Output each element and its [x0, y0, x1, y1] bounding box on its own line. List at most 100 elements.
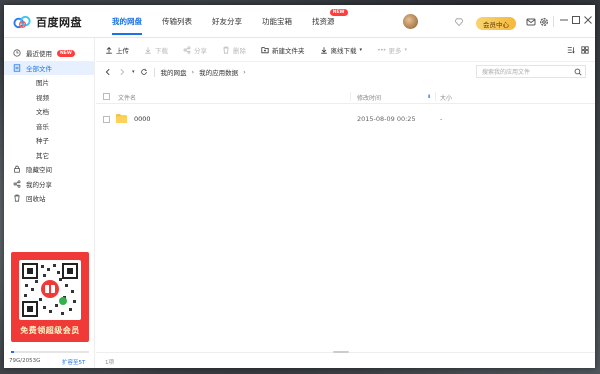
row-checkbox[interactable]: [103, 116, 110, 123]
upload-icon: [106, 46, 112, 54]
sidebar-item-label: 全部文件: [26, 64, 52, 73]
forward-arrow-icon[interactable]: [118, 68, 126, 76]
delete-button[interactable]: 删除: [222, 45, 246, 55]
sidebar-item-label: 隐藏空间: [26, 166, 52, 175]
sort-arrow-icon[interactable]: ⬇: [427, 94, 431, 100]
grid-view-icon[interactable]: [581, 46, 589, 54]
sidebar-item-images[interactable]: 图片: [4, 75, 94, 90]
column-size[interactable]: 大小: [440, 93, 452, 102]
more-button[interactable]: ••• 更多 ▾: [377, 45, 407, 55]
tab-label: 功能宝箱: [262, 17, 292, 26]
divider: [350, 92, 351, 101]
share-label: 分享: [194, 46, 207, 55]
status-bar: 1项: [96, 351, 595, 368]
tab-label: 传输列表: [162, 17, 192, 26]
upload-button[interactable]: 上传: [105, 45, 129, 55]
sidebar-item-hidden-space[interactable]: 隐藏空间: [4, 162, 94, 177]
lock-icon: [14, 165, 20, 173]
sidebar-item-label: 视频: [36, 93, 49, 102]
storage-bar-fill: [11, 351, 14, 353]
download-button[interactable]: 下载: [144, 45, 168, 55]
share-icon: [13, 180, 21, 188]
trash-icon: [223, 46, 229, 54]
sidebar-item-all-files[interactable]: 全部文件: [4, 60, 94, 75]
sidebar-item-documents[interactable]: 文档: [4, 104, 94, 119]
diamond-icon[interactable]: [455, 18, 463, 26]
trash-icon: [14, 194, 20, 202]
file-size: -: [440, 115, 443, 123]
sidebar-item-label: 音乐: [36, 122, 49, 131]
sort-list-icon[interactable]: [567, 46, 575, 54]
offline-download-button[interactable]: 离线下载 ▾: [320, 45, 362, 55]
search-input[interactable]: 搜索我的应用文件: [476, 65, 586, 78]
tab-transfer-list[interactable]: 传输列表: [154, 5, 200, 38]
file-modified: 2015-08-09 00:25: [357, 115, 416, 123]
share-button[interactable]: 分享: [183, 45, 207, 55]
breadcrumb-my-disk[interactable]: 我的网盘: [161, 67, 187, 77]
sidebar-item-recent[interactable]: 最近使用 NEW: [4, 46, 94, 61]
sidebar-item-label: 图片: [36, 79, 49, 88]
expand-storage-link[interactable]: 扩容至5T: [62, 358, 85, 366]
item-count: 1项: [105, 360, 114, 366]
tab-toolbox[interactable]: 功能宝箱: [254, 5, 300, 38]
new-folder-label: 新建文件夹: [272, 46, 305, 55]
tab-find-resources[interactable]: 找资源 NEW: [304, 5, 348, 38]
sidebar-item-recycle-bin[interactable]: 回收站: [4, 191, 94, 206]
sidebar-item-torrents[interactable]: 种子: [4, 133, 94, 148]
download-label: 下载: [155, 46, 168, 55]
file-name[interactable]: 0000: [134, 115, 151, 123]
sidebar-item-label: 种子: [36, 137, 49, 146]
resize-grip[interactable]: [333, 351, 349, 353]
history-dropdown-icon[interactable]: ▾: [132, 69, 135, 75]
sidebar-item-label: 回收站: [26, 195, 46, 204]
more-dots-icon: •••: [377, 45, 386, 54]
tab-friend-share[interactable]: 好友分享: [204, 5, 250, 38]
download-icon: [145, 46, 151, 54]
divider: [96, 61, 595, 62]
new-folder-button[interactable]: 新建文件夹: [261, 45, 305, 55]
delete-label: 删除: [233, 46, 246, 55]
sidebar-item-my-shares[interactable]: 我的分享: [4, 177, 94, 192]
avatar[interactable]: [403, 14, 418, 29]
main-content: 上传 下载 分享 删除 新建文件夹 离线下载 ▾ ••• 更多 ▾ ▾ 我的网盘…: [96, 38, 595, 368]
select-all-checkbox[interactable]: [103, 93, 110, 100]
breadcrumb-separator-icon: ›: [243, 68, 246, 76]
close-icon[interactable]: [583, 15, 593, 25]
file-icon: [13, 64, 21, 72]
storage-bar: [11, 351, 89, 353]
sidebar-item-label: 我的分享: [26, 180, 52, 189]
clock-icon: [13, 49, 21, 57]
gear-icon[interactable]: [539, 17, 549, 27]
offline-download-label: 离线下载: [330, 46, 357, 55]
storage-usage-text: 79G/2053G: [9, 358, 41, 364]
sidebar-item-label: 文档: [36, 108, 49, 117]
new-badge: NEW: [329, 9, 348, 16]
download-icon: [320, 46, 327, 54]
app-logo: 百度网盘: [13, 14, 82, 30]
top-bar: 百度网盘 我的网盘 传输列表 好友分享 功能宝箱 找资源 NEW 会员中心: [4, 5, 595, 38]
new-badge: NEW: [57, 49, 75, 57]
folder-icon: [116, 114, 127, 123]
toolbar: 上传 下载 分享 删除 新建文件夹 离线下载 ▾ ••• 更多 ▾: [96, 38, 595, 61]
sidebar-item-music[interactable]: 音乐: [4, 119, 94, 134]
view-switcher: [567, 46, 589, 54]
minimize-icon[interactable]: [559, 15, 569, 25]
tab-my-disk[interactable]: 我的网盘: [104, 5, 150, 38]
vip-center-button[interactable]: 会员中心: [476, 17, 516, 30]
sidebar-item-videos[interactable]: 视频: [4, 90, 94, 105]
sidebar-item-other[interactable]: 其它: [4, 148, 94, 163]
tab-label: 好友分享: [212, 17, 242, 26]
chevron-down-icon: ▾: [404, 46, 408, 53]
maximize-icon[interactable]: [571, 15, 581, 25]
breadcrumb-app-data[interactable]: 我的应用数据: [199, 67, 238, 77]
vip-center-label: 会员中心: [483, 20, 509, 29]
breadcrumb-separator-icon: ›: [191, 68, 195, 76]
message-icon[interactable]: [526, 17, 536, 27]
refresh-icon[interactable]: [140, 68, 148, 76]
table-row[interactable]: 0000 2015-08-09 00:25 -: [96, 111, 595, 128]
column-name[interactable]: 文件名: [118, 93, 136, 102]
promo-banner[interactable]: 免费领超级会员: [11, 252, 89, 342]
back-arrow-icon[interactable]: [104, 68, 112, 76]
search-icon[interactable]: [574, 68, 582, 76]
column-modified[interactable]: 修改时间: [357, 93, 381, 102]
